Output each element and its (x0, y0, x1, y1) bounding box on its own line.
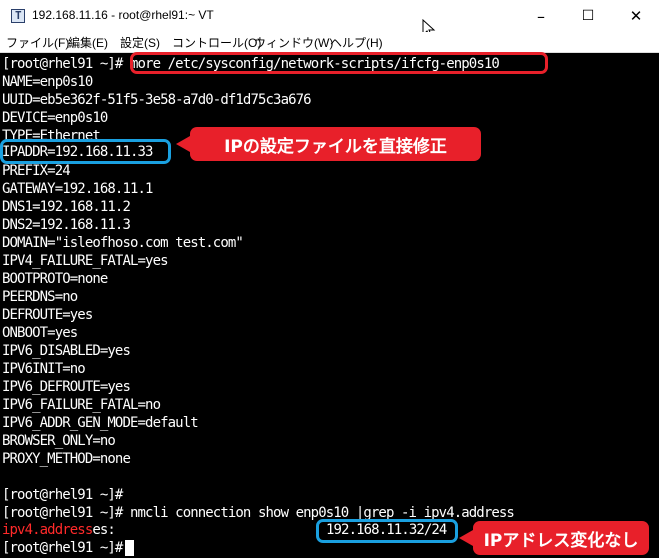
terminal-line: DEVICE=enp0s10 (2, 110, 108, 126)
terminal-line: UUID=eb5e362f-51f5-3e58-a7d0-df1d75c3a67… (2, 92, 312, 108)
ipaddr-highlight-box (0, 139, 171, 164)
text-cursor (125, 540, 135, 556)
terminal-line: IPV6INIT=no (2, 361, 86, 377)
callout-edit-config: IPの設定ファイルを直接修正 (176, 127, 481, 161)
terminal-app-icon (11, 9, 25, 23)
terminal-line: BROWSER_ONLY=no (2, 433, 116, 449)
grep-match-highlight: ipv4.address (2, 522, 93, 538)
terminal-line: ONBOOT=yes (2, 325, 78, 341)
terminal-line: IPV6_ADDR_GEN_MODE=default (2, 415, 199, 431)
terminal-line: [root@rhel91 ~]# (2, 487, 123, 503)
terminal-line: IPV6_DEFROUTE=yes (2, 379, 131, 395)
command-highlight-box (130, 52, 548, 74)
terminal-line: IPV6_FAILURE_FATAL=no (2, 397, 161, 413)
ipv4-value-highlight-box (316, 519, 458, 543)
terminal-line: PREFIX=24 (2, 163, 71, 179)
maximize-button[interactable]: ☐ (565, 0, 611, 32)
menu-window[interactable]: ウィンドウ(W) (254, 34, 333, 51)
menu-control[interactable]: コントロール(O) (172, 34, 261, 51)
menu-edit[interactable]: 編集(E) (68, 34, 108, 51)
window-titlebar[interactable]: 192.168.11.16 - root@rhel91:~ VT – ☐ ✕ (0, 0, 659, 32)
terminal-line: IPV4_FAILURE_FATAL=yes (2, 253, 169, 269)
terminal-line: GATEWAY=192.168.11.1 (2, 181, 153, 197)
window-title: 192.168.11.16 - root@rhel91:~ VT (32, 8, 214, 22)
terminal-line: DNS1=192.168.11.2 (2, 199, 131, 215)
close-button[interactable]: ✕ (613, 0, 659, 32)
terminal-line: IPV6_DISABLED=yes (2, 343, 131, 359)
minimize-button[interactable]: – (518, 0, 564, 32)
menu-bar: ファイル(F) 編集(E) 設定(S) コントロール(O) ウィンドウ(W) ヘ… (0, 32, 659, 53)
terminal-line: PROXY_METHOD=none (2, 451, 131, 467)
terminal-line: DNS2=192.168.11.3 (2, 217, 131, 233)
terminal-line: NAME=enp0s10 (2, 74, 93, 90)
menu-help[interactable]: ヘルプ(H) (330, 34, 383, 51)
menu-file[interactable]: ファイル(F) (6, 34, 69, 51)
terminal-line: ipv4.addresses: (2, 522, 116, 538)
terminal-line: [root@rhel91 ~]# (2, 539, 135, 557)
terminal-line: DEFROUTE=yes (2, 307, 93, 323)
terminal-line: DOMAIN="isleofhoso.com test.com" (2, 235, 244, 251)
terminal-line: PEERDNS=no (2, 289, 78, 305)
menu-settings[interactable]: 設定(S) (120, 34, 160, 51)
callout-ip-unchanged: IPアドレス変化なし (459, 521, 649, 555)
terminal-line: BOOTPROTO=none (2, 271, 108, 287)
